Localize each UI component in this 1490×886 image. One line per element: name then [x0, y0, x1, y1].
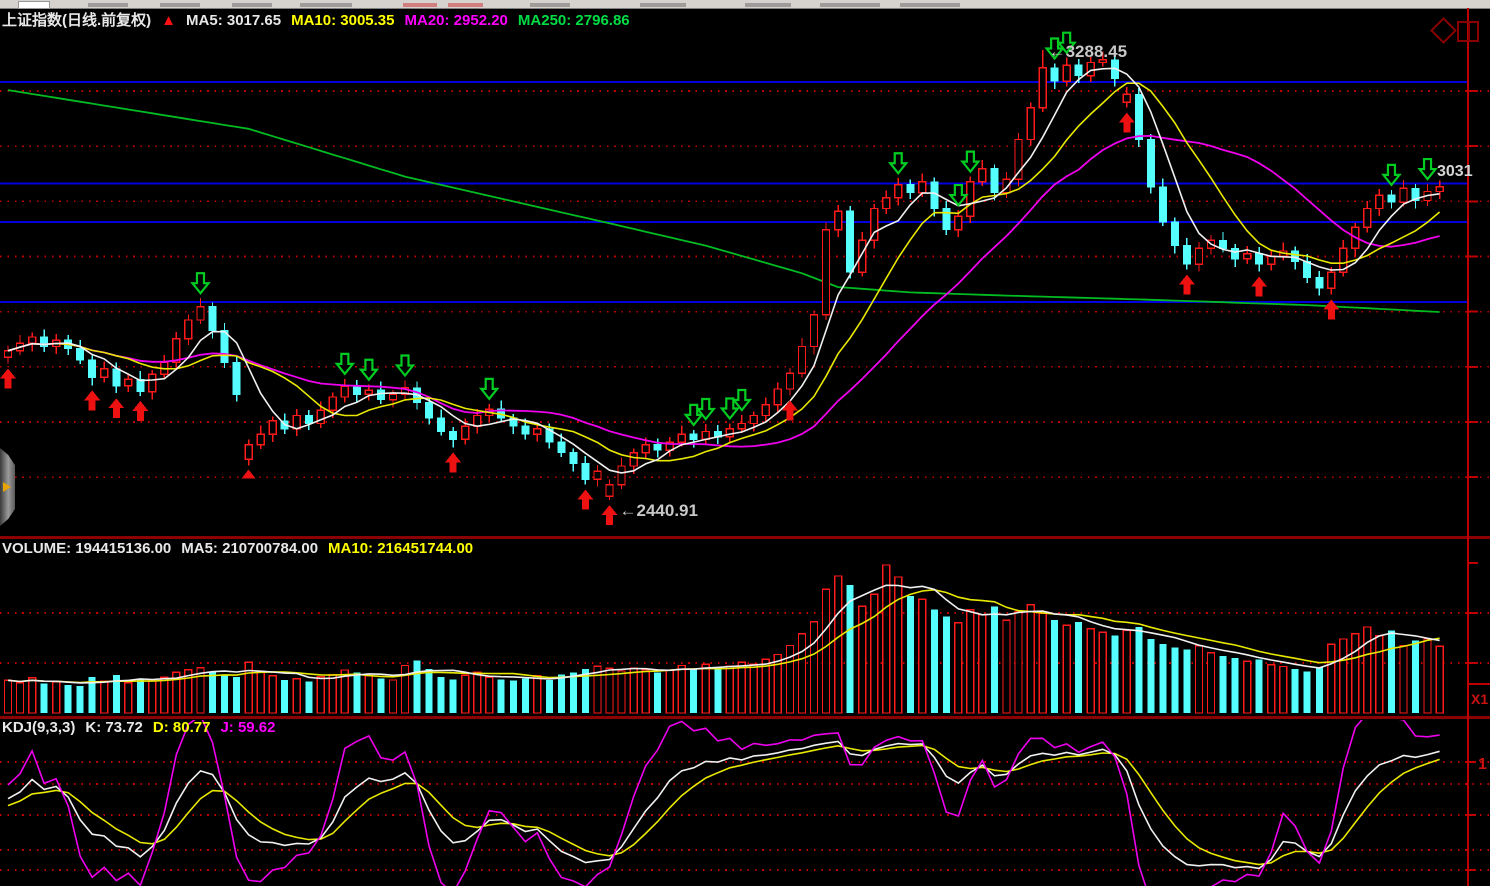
volume-ma5: MA5: 210700784.00 [181, 540, 318, 557]
main-chart-header: 上证指数(日线.前复权) ▲ MA5: 3017.65 MA10: 3005.35 MA… [2, 9, 640, 30]
trend-up-icon: ▲ [161, 12, 176, 29]
last-price-label: 3031 [1437, 163, 1473, 181]
volume-scale-label: X1 [1471, 691, 1488, 707]
volume-header: VOLUME: 194415136.00 MA5: 210700784.00 MA1… [2, 540, 483, 557]
kdj-label: KDJ(9,3,3) [2, 719, 75, 736]
expand-arrow-icon [3, 482, 11, 492]
trading-terminal-window: { "header": { "title": "上证指数(日线.前复权)", "… [0, 0, 1490, 886]
kdj-k: K: 73.72 [85, 719, 143, 736]
ma20-value: MA20: 2952.20 [405, 12, 508, 29]
chart-canvas[interactable]: ←3288.45 ←2440.91 [0, 0, 1490, 886]
ma10-value: MA10: 3005.35 [291, 12, 394, 29]
volume-ma10: MA10: 216451744.00 [328, 540, 473, 557]
kdj-scale-label: 1 [1478, 756, 1490, 774]
kdj-d: D: 80.77 [153, 719, 211, 736]
symbol-title: 上证指数(日线.前复权) [2, 12, 151, 29]
split-window-icon[interactable] [1457, 21, 1479, 42]
kdj-j: J: 59.62 [220, 719, 275, 736]
ma250-value: MA250: 2796.86 [518, 12, 630, 29]
svg-text:←2440.91: ←2440.91 [620, 501, 698, 520]
svg-text:←3288.45: ←3288.45 [1049, 42, 1127, 61]
kdj-header: KDJ(9,3,3) K: 73.72 D: 80.77 J: 59.62 [2, 719, 286, 736]
volume-value: VOLUME: 194415136.00 [2, 540, 171, 557]
ma5-value: MA5: 3017.65 [186, 12, 281, 29]
